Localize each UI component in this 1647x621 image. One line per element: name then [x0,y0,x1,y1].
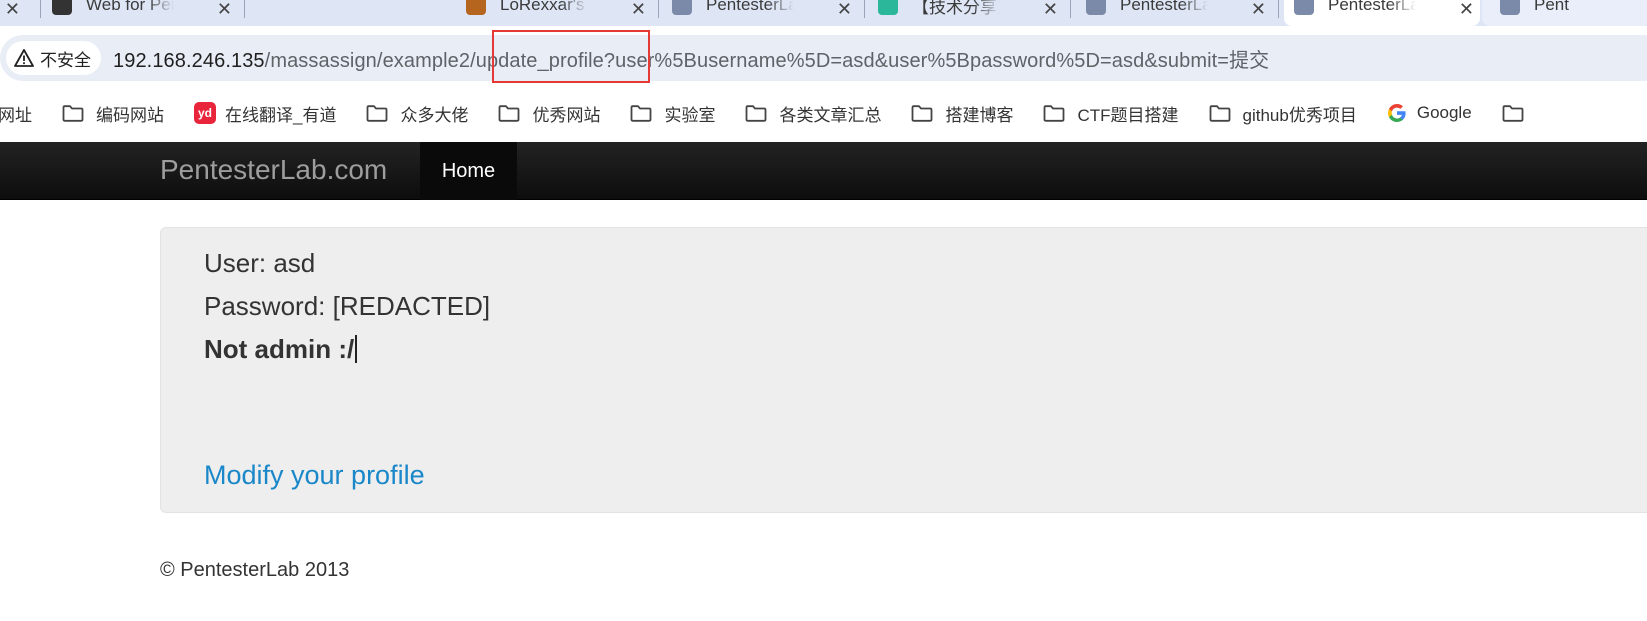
folder-icon [498,104,532,122]
folder-icon [745,104,779,122]
bookmark-item[interactable]: 编码网站 [62,101,164,126]
security-chip[interactable]: 不安全 [6,41,101,75]
bookmark-label: 实验室 [664,105,716,125]
url-text[interactable]: 192.168.246.135/massassign/example2/upda… [113,44,1269,73]
browser-tab[interactable]: 文章详细 | Se✕ [0,0,20,22]
tab-close-icon[interactable]: ✕ [1043,0,1058,18]
tab-favicon-icon [1294,0,1314,15]
folder-icon [1502,104,1536,122]
browser-toolbar: 不安全 192.168.246.135/massassign/example2/… [0,26,1647,88]
site-navbar: PentesterLab.com Home [0,142,1647,200]
bookmark-item[interactable]: Google [1387,103,1472,123]
tab-title: 【技术分享】 [912,0,1000,17]
bookmark-label: 网址 [0,105,32,125]
tab-strip: 文章详细 | Se✕Web for Pente✕LoRexxar's Bl✕Pe… [0,0,1647,26]
tab-title: PentesterLab [1328,0,1416,14]
page-footer: © PentesterLab 2013 [160,559,350,581]
folder-icon [911,104,945,122]
bookmark-label: 优秀网站 [532,105,601,125]
password-line: Password: [REDACTED] [204,291,491,321]
bookmark-label: github优秀项目 [1242,105,1357,125]
browser-tab[interactable]: PentesterLab ✕ [1294,0,1474,22]
browser-tab[interactable]: PentesterLab ✕ [672,0,852,22]
folder-icon [1209,104,1243,122]
security-label: 不安全 [40,50,91,70]
tab-favicon-icon [466,0,486,15]
tab-favicon-icon [1086,0,1106,15]
bookmark-label: CTF题目搭建 [1077,105,1179,125]
bookmark-label: 编码网站 [96,105,164,125]
bookmark-item[interactable]: 优秀网站 [498,101,600,126]
tab-separator [864,0,865,18]
tab-favicon-icon [1500,0,1520,15]
tab-title: Web for Pente [86,0,174,14]
modify-profile-link[interactable]: Modify your profile [204,460,425,491]
tab-title: Pent [1534,0,1569,14]
tab-title: PentesterLab [1120,0,1208,14]
nav-home-link[interactable]: Home [420,142,517,200]
address-bar[interactable]: 不安全 192.168.246.135/massassign/example2/… [0,30,1647,83]
browser-tab[interactable]: 【技术分享】 ✕ [878,0,1058,22]
bookmark-item[interactable]: 网址 [0,101,32,126]
bookmarks-bar: 网址 编码网站 yd 在线翻译_有道 众多大佬 优秀网站 实验室 各类文章汇总 搭建博客 CTF题… [0,88,1647,138]
admin-status: Not admin :/ [204,334,358,365]
tab-close-icon[interactable]: ✕ [217,0,232,18]
bookmark-label: 在线翻译_有道 [225,105,337,125]
tab-favicon-icon [52,0,72,15]
bookmark-item[interactable]: yd 在线翻译_有道 [194,101,336,126]
tab-favicon-icon [878,0,898,15]
tab-title: LoRexxar's Bl [500,0,588,14]
admin-status-text: Not admin :/ [204,334,355,364]
folder-icon [62,104,96,122]
bookmark-item[interactable]: github优秀项目 [1209,101,1357,126]
folder-icon [1043,104,1077,122]
tab-close-icon[interactable]: ✕ [631,0,646,18]
bookmark-label: 各类文章汇总 [779,105,882,125]
browser-tab[interactable]: Web for Pente ✕ [52,0,232,22]
bookmark-label: 众多大佬 [400,105,469,125]
warning-icon [14,49,34,67]
tab-title: PentesterLab [706,0,794,14]
bookmark-item[interactable]: 各类文章汇总 [745,101,881,126]
user-line: User: asd [204,248,316,278]
tab-separator [40,0,41,18]
tab-close-icon[interactable]: ✕ [1251,0,1266,18]
tab-separator [1278,0,1279,18]
bookmark-label: Google [1416,103,1472,122]
browser-tab[interactable]: LoRexxar's Bl ✕ [466,0,646,22]
tab-separator [1070,0,1071,18]
folder-icon [366,104,400,122]
tab-favicon-icon [672,0,692,15]
bookmark-item[interactable]: 众多大佬 [366,101,468,126]
bookmark-item[interactable]: CTF题目搭建 [1043,101,1179,126]
browser-tab[interactable]: PentesterLab ✕ [1086,0,1266,22]
bookmark-label: 搭建博客 [945,105,1014,125]
tab-separator [658,0,659,18]
bookmark-item[interactable] [1502,104,1536,122]
bookmark-item[interactable]: 实验室 [630,101,715,126]
youdao-icon: yd [194,102,216,124]
text-cursor [355,335,358,363]
tab-close-icon[interactable]: ✕ [837,0,852,18]
folder-icon [630,104,664,122]
google-icon [1387,103,1417,123]
bookmark-item[interactable]: 搭建博客 [911,101,1013,126]
tab-close-icon[interactable]: ✕ [5,0,20,18]
url-path: /massassign/example2/update_profile?user… [264,49,1270,72]
tab-close-icon[interactable]: ✕ [1459,0,1474,18]
tab-separator [244,0,245,18]
browser-tab[interactable]: Pent [1500,0,1647,22]
profile-panel: User: asd Password: [REDACTED] Not admin… [160,227,1647,513]
url-host: 192.168.246.135 [113,49,265,72]
site-brand[interactable]: PentesterLab.com [160,154,387,186]
